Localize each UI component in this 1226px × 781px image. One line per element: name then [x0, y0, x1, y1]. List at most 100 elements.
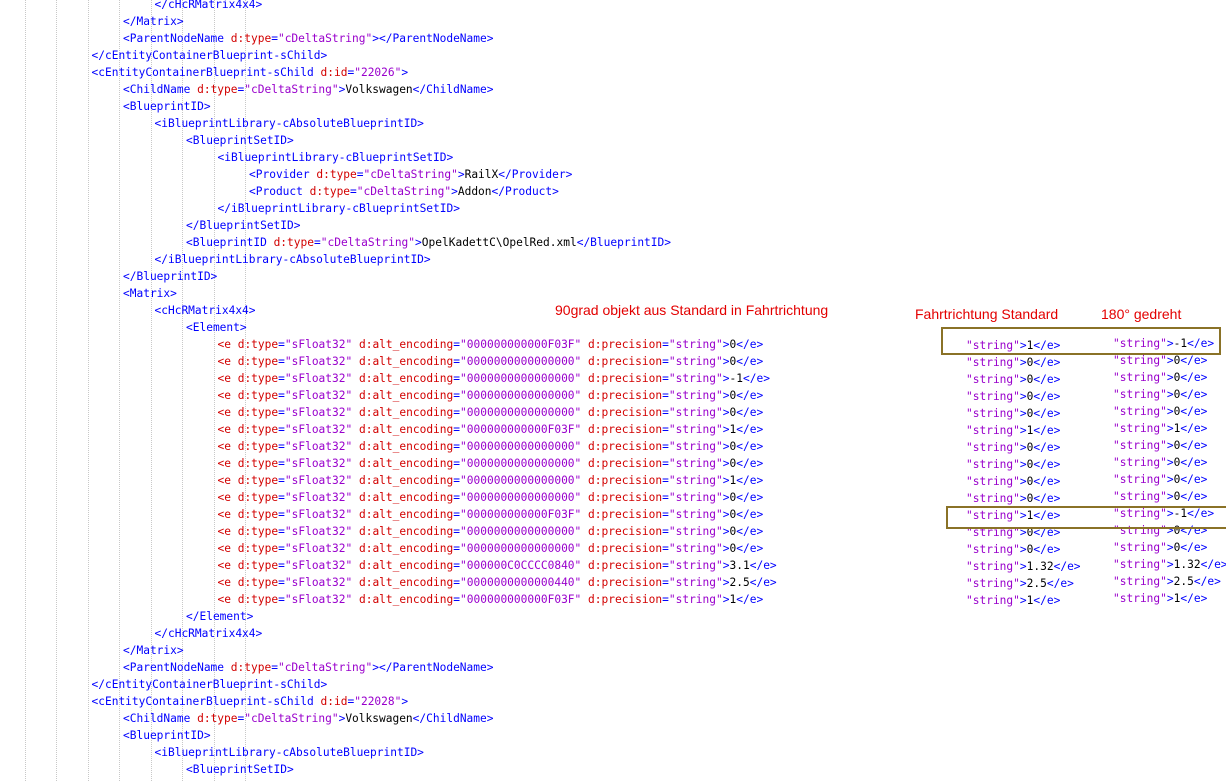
code-token: "cDeltaString" — [320, 236, 416, 249]
tag-bracket: > — [1166, 456, 1174, 469]
code-token: <ChildName — [123, 83, 198, 96]
column-180-row: "string">0</e> — [1113, 539, 1207, 556]
code-line: <iBlueprintLibrary-cAbsoluteBlueprintID> — [155, 115, 424, 132]
column-standard-row: "string">0</e> — [966, 354, 1060, 371]
string-attr: "string" — [966, 560, 1020, 573]
code-line: <ParentNodeName d:type="cDeltaString"></… — [123, 30, 494, 47]
code-line: <e d:type="sFloat32" d:alt_encoding="000… — [218, 370, 770, 387]
code-token: d:alt_encoding — [352, 576, 454, 589]
code-token: <BlueprintSetID> — [186, 134, 294, 147]
code-token: <BlueprintID> — [123, 100, 211, 113]
code-token: "string" — [668, 338, 723, 351]
code-token: </Element> — [186, 610, 254, 623]
code-token: </e> — [749, 559, 777, 572]
code-token: > — [451, 185, 458, 198]
tag-bracket: > — [1166, 354, 1174, 367]
code-line: </cHcRMatrix4x4> — [155, 0, 263, 13]
string-attr: "string" — [966, 458, 1020, 471]
code-token: > — [722, 474, 730, 487]
code-token: <Matrix> — [123, 287, 177, 300]
code-token: </e> — [736, 338, 764, 351]
code-token: > — [722, 440, 730, 453]
code-token: "string" — [668, 525, 723, 538]
tag-bracket: > — [1019, 577, 1027, 590]
tag-close: </e> — [1053, 560, 1081, 573]
code-token: d:type — [316, 168, 357, 181]
code-token: d:precision — [581, 372, 663, 385]
code-line: </Matrix> — [123, 642, 184, 659]
code-token: d:precision — [581, 559, 663, 572]
column-180-row: "string">2.5</e> — [1113, 573, 1221, 590]
tag-close: </e> — [1033, 475, 1061, 488]
string-attr: "string" — [1113, 388, 1167, 401]
tag-bracket: > — [1166, 405, 1174, 418]
code-token: </cEntityContainerBlueprint-sChild> — [91, 678, 328, 691]
code-token: </e> — [749, 576, 777, 589]
tag-bracket: > — [1166, 490, 1174, 503]
string-attr: "string" — [1113, 354, 1167, 367]
code-token: "000000000000F03F" — [460, 593, 582, 606]
tag-bracket: > — [1166, 541, 1174, 554]
code-token: d:precision — [581, 474, 663, 487]
column-180-row: "string">1</e> — [1113, 590, 1207, 607]
code-token: > — [401, 66, 409, 79]
code-token: d:alt_encoding — [352, 389, 454, 402]
tag-bracket: > — [1019, 356, 1027, 369]
code-token: d:precision — [581, 355, 663, 368]
code-token: d:alt_encoding — [352, 457, 454, 470]
column-180-row: "string">0</e> — [1113, 471, 1207, 488]
code-token: "string" — [668, 355, 723, 368]
code-token: d:alt_encoding — [352, 525, 454, 538]
string-attr: "string" — [966, 373, 1020, 386]
code-line: </cEntityContainerBlueprint-sChild> — [92, 47, 328, 64]
column-180-row: "string">0</e> — [1113, 488, 1207, 505]
tag-bracket: > — [1166, 473, 1174, 486]
code-token: d:id — [320, 66, 348, 79]
code-token: = — [278, 508, 285, 521]
code-token: <e d:type — [217, 423, 279, 436]
code-line: <ChildName d:type="cDeltaString">Volkswa… — [123, 81, 494, 98]
code-token: "22028" — [354, 695, 402, 708]
code-token: "string" — [668, 593, 723, 606]
code-token: > — [176, 15, 184, 28]
code-token: > — [722, 525, 730, 538]
code-token: d:alt_encoding — [352, 491, 454, 504]
code-token: <cEntityContainerBlueprint-sChild — [91, 695, 321, 708]
code-line: <BlueprintID> — [123, 98, 211, 115]
code-token: > — [401, 695, 409, 708]
code-token: </cEntityContainerBlueprint-sChild> — [91, 49, 328, 62]
code-token: "cDeltaString" — [277, 661, 373, 674]
string-attr: "string" — [1113, 541, 1167, 554]
tag-close: </e> — [1033, 390, 1061, 403]
code-token: <ParentNodeName — [123, 661, 231, 674]
code-token: d:alt_encoding — [352, 406, 454, 419]
code-line: <e d:type="sFloat32" d:alt_encoding="000… — [218, 472, 764, 489]
code-token: </e> — [736, 508, 764, 521]
code-token: d:id — [320, 695, 348, 708]
code-line: <BlueprintSetID> — [186, 132, 294, 149]
code-token: = — [278, 440, 285, 453]
tag-bracket: > — [1166, 371, 1174, 384]
tag-close: </e> — [1033, 458, 1061, 471]
code-token: "000000000000F03F" — [460, 423, 582, 436]
code-token: "cDeltaString" — [363, 168, 458, 181]
tag-close: </e> — [1033, 441, 1061, 454]
tag-close: </e> — [1033, 594, 1061, 607]
code-token: d:precision — [581, 542, 663, 555]
code-token: <e d:type — [217, 491, 279, 504]
code-token: d:alt_encoding — [352, 542, 454, 555]
tag-close: </e> — [1180, 592, 1208, 605]
code-line: </Element> — [186, 608, 253, 625]
code-token: > — [722, 423, 730, 436]
code-line: <e d:type="sFloat32" d:alt_encoding="000… — [218, 336, 764, 353]
code-token: = — [278, 423, 285, 436]
code-token: </cHcRMatrix4x4> — [154, 627, 263, 640]
matrix-value: 2.5 — [1026, 577, 1047, 590]
code-token: = — [662, 593, 669, 606]
code-token: </ — [123, 15, 137, 28]
code-token: <ParentNodeName — [123, 32, 231, 45]
annotation-90-degree: 90grad objekt aus Standard in Fahrtricht… — [555, 302, 829, 318]
code-token: "0000000000000000" — [460, 406, 582, 419]
code-token: = — [662, 525, 669, 538]
string-attr: "string" — [966, 356, 1020, 369]
